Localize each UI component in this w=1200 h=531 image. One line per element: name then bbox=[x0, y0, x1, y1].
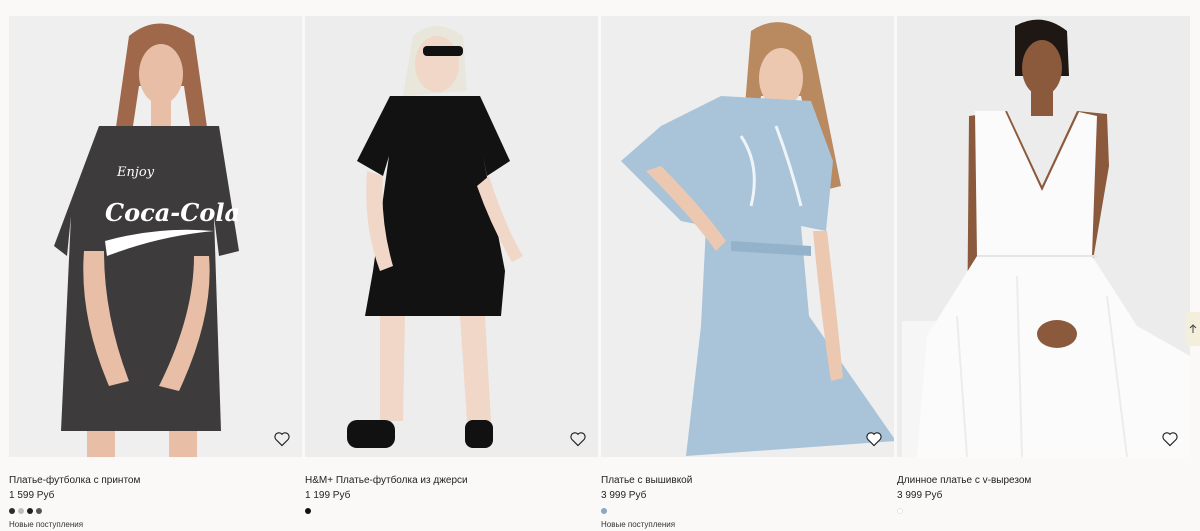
heart-icon bbox=[866, 432, 882, 447]
color-swatch[interactable] bbox=[9, 508, 15, 514]
color-swatch[interactable] bbox=[27, 508, 33, 514]
color-swatch[interactable] bbox=[601, 508, 607, 514]
heart-icon bbox=[570, 432, 586, 447]
product-card[interactable]: Enjoy Coca-Cola Платье-футболка с принто… bbox=[9, 16, 302, 530]
product-photo bbox=[897, 16, 1190, 457]
favorite-button[interactable] bbox=[1161, 431, 1179, 447]
color-swatches bbox=[305, 508, 598, 514]
favorite-button[interactable] bbox=[865, 431, 883, 447]
svg-text:Enjoy: Enjoy bbox=[116, 165, 155, 180]
product-price: 1 599 Руб bbox=[9, 490, 55, 501]
product-image[interactable]: Enjoy Coca-Cola bbox=[9, 16, 302, 457]
color-swatches bbox=[897, 508, 1190, 514]
product-photo bbox=[305, 16, 598, 457]
svg-text:Coca-Cola: Coca-Cola bbox=[105, 198, 240, 227]
product-card[interactable]: Платье с вышивкой 3 999 Руб Новые поступ… bbox=[601, 16, 894, 530]
heart-icon bbox=[274, 432, 290, 447]
new-arrival-badge: Новые поступления bbox=[9, 520, 84, 529]
color-swatch[interactable] bbox=[897, 508, 903, 514]
product-title[interactable]: Платье с вышивкой bbox=[601, 475, 894, 487]
product-card[interactable]: Длинное платье с v-вырезом 3 999 Руб bbox=[897, 16, 1190, 530]
new-arrival-badge: Новые поступления bbox=[601, 520, 676, 529]
favorite-button[interactable] bbox=[273, 431, 291, 447]
scroll-top-button[interactable] bbox=[1186, 312, 1200, 346]
product-image[interactable] bbox=[601, 16, 894, 457]
product-title[interactable]: Платье-футболка с принтом bbox=[9, 475, 302, 487]
product-price: 3 999 Руб bbox=[601, 490, 647, 501]
product-title[interactable]: Длинное платье с v-вырезом bbox=[897, 475, 1190, 487]
product-image[interactable] bbox=[897, 16, 1190, 457]
product-photo bbox=[601, 16, 894, 457]
color-swatch[interactable] bbox=[36, 508, 42, 514]
product-image[interactable] bbox=[305, 16, 598, 457]
product-title[interactable]: H&M+ Платье-футболка из джерси bbox=[305, 475, 598, 487]
product-price: 1 199 Руб bbox=[305, 490, 351, 501]
favorite-button[interactable] bbox=[569, 431, 587, 447]
product-card[interactable]: H&M+ Платье-футболка из джерси 1 199 Руб bbox=[305, 16, 598, 530]
product-price: 3 999 Руб bbox=[897, 490, 943, 501]
color-swatch[interactable] bbox=[18, 508, 24, 514]
color-swatch[interactable] bbox=[305, 508, 311, 514]
heart-icon bbox=[1162, 432, 1178, 447]
product-grid: Enjoy Coca-Cola Платье-футболка с принто… bbox=[9, 16, 1190, 530]
color-swatches bbox=[9, 508, 302, 514]
arrow-up-icon bbox=[1189, 324, 1197, 333]
product-photo: Enjoy Coca-Cola bbox=[9, 16, 302, 457]
color-swatches bbox=[601, 508, 894, 514]
